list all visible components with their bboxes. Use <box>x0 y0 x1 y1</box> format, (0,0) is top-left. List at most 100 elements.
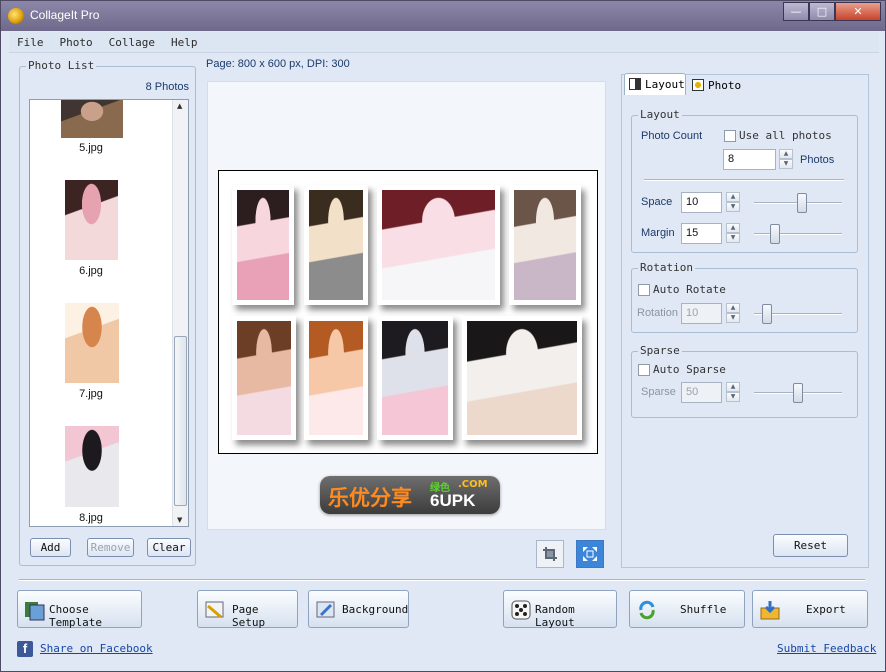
space-spinner[interactable]: ▲ ▼ <box>726 192 740 213</box>
photo-icon <box>692 79 704 91</box>
close-button[interactable]: ✕ <box>835 2 881 21</box>
photo-count-label: Photo Count <box>641 130 703 142</box>
photo-list[interactable]: 5.jpg 6.jpg 7.jpg 8.jpg ▲ ▼ <box>29 99 189 527</box>
collage-photo[interactable] <box>509 185 581 305</box>
tab-photo[interactable]: Photo <box>688 75 748 95</box>
collage-photo[interactable] <box>377 316 453 440</box>
space-label: Space <box>641 196 673 208</box>
app-icon <box>8 8 24 24</box>
rotation-group: Rotation Auto Rotate Rotation 10 ▲ ▼ <box>631 261 858 333</box>
photo-thumbnail <box>65 303 119 383</box>
photo-count-input[interactable]: 8 <box>723 149 776 170</box>
add-button[interactable]: Add <box>30 538 71 557</box>
sparse-slider-thumb[interactable] <box>793 383 803 403</box>
rotation-input[interactable]: 10 <box>681 303 722 324</box>
scroll-up-icon[interactable]: ▲ <box>177 102 182 110</box>
app-window: CollageIt Pro — □ ✕ File Photo Collage H… <box>0 0 886 672</box>
photo-filename: 8.jpg <box>79 512 103 524</box>
auto-rotate-label: Auto Rotate <box>653 283 726 296</box>
photo-list-scrollbar[interactable]: ▲ ▼ <box>172 100 188 526</box>
margin-spinner[interactable]: ▲ ▼ <box>726 223 740 244</box>
watermark-logo: 乐优分享 绿色 .COM 6UPK <box>320 476 500 514</box>
window-title: CollageIt Pro <box>30 8 100 22</box>
collage-photo[interactable] <box>304 185 368 305</box>
collage-photo[interactable] <box>232 316 296 440</box>
use-all-photos-label: Use all photos <box>739 129 832 142</box>
margin-slider-track[interactable] <box>754 233 842 235</box>
collage-photo[interactable] <box>304 316 368 440</box>
reset-button[interactable]: Reset <box>773 534 848 557</box>
collage-page[interactable] <box>218 170 598 454</box>
random-layout-button[interactable]: Random Layout <box>503 590 617 629</box>
photo-filename: 6.jpg <box>79 265 103 277</box>
export-icon <box>760 601 780 620</box>
rotation-label: Rotation <box>637 307 678 319</box>
clear-button[interactable]: Clear <box>147 538 191 557</box>
photo-thumbnail <box>65 426 119 507</box>
title-bar[interactable]: CollageIt Pro — □ ✕ <box>1 1 885 31</box>
page-setup-button[interactable]: Page Setup <box>197 590 298 629</box>
fit-screen-button[interactable] <box>576 540 604 568</box>
submit-feedback-link[interactable]: Submit Feedback <box>777 642 876 655</box>
expand-icon <box>583 547 597 561</box>
menu-file[interactable]: File <box>9 36 52 49</box>
sparse-label: Sparse <box>641 386 676 398</box>
remove-button[interactable]: Remove <box>87 538 134 557</box>
background-button[interactable]: Background <box>308 590 409 628</box>
share-facebook-link[interactable]: Share on Facebook <box>40 642 153 655</box>
shuffle-button[interactable]: Shuffle <box>629 590 745 628</box>
menu-photo[interactable]: Photo <box>52 36 101 49</box>
space-input[interactable]: 10 <box>681 192 722 213</box>
page-info: Page: 800 x 600 px, DPI: 300 <box>206 58 350 70</box>
maximize-button[interactable]: □ <box>809 2 835 21</box>
photos-unit-label: Photos <box>800 154 835 166</box>
divider <box>644 179 844 181</box>
rotation-spinner[interactable]: ▲ ▼ <box>726 303 740 324</box>
photo-list-group: Photo List 8 Photos 5.jpg 6.jpg 7.jpg 8.… <box>19 59 196 566</box>
photo-count-spinner[interactable]: ▲ ▼ <box>779 149 793 170</box>
menu-collage[interactable]: Collage <box>101 36 163 49</box>
margin-slider-thumb[interactable] <box>769 224 780 244</box>
rotation-slider-thumb[interactable] <box>761 304 772 324</box>
photo-thumbnail <box>65 180 118 260</box>
dice-icon <box>511 600 531 620</box>
page-setup-icon <box>205 601 224 619</box>
photo-count-text: 8 Photos <box>145 81 189 93</box>
layout-group: Layout Photo Count Use all photos 8 ▲ ▼ P… <box>631 108 858 253</box>
bottom-divider <box>19 579 865 581</box>
settings-panel: Layout Photo Layout Photo Count Use all … <box>621 73 869 568</box>
collage-photo[interactable] <box>462 316 582 440</box>
sparse-spinner[interactable]: ▲ ▼ <box>726 382 740 403</box>
collage-photo[interactable] <box>232 185 294 305</box>
background-icon <box>316 601 335 618</box>
scrollbar-thumb[interactable] <box>174 336 187 506</box>
facebook-icon[interactable]: f <box>17 641 33 657</box>
tab-layout[interactable]: Layout <box>624 73 686 95</box>
crop-icon <box>543 547 557 561</box>
menu-help[interactable]: Help <box>163 36 206 49</box>
space-slider-thumb[interactable] <box>796 193 807 213</box>
auto-rotate-checkbox[interactable] <box>638 284 650 296</box>
auto-sparse-checkbox[interactable] <box>638 364 650 376</box>
export-button[interactable]: Export <box>752 590 868 628</box>
sparse-input[interactable]: 50 <box>681 382 722 403</box>
use-all-photos-checkbox[interactable] <box>724 130 736 142</box>
margin-input[interactable]: 15 <box>681 223 722 244</box>
minimize-button[interactable]: — <box>783 2 809 21</box>
list-item[interactable]: 6.jpg <box>30 180 173 280</box>
scroll-down-icon[interactable]: ▼ <box>177 516 182 524</box>
crop-button[interactable] <box>536 540 564 568</box>
photo-filename: 7.jpg <box>79 388 103 400</box>
layout-icon <box>629 78 641 90</box>
list-item[interactable]: 5.jpg <box>30 100 173 158</box>
auto-sparse-label: Auto Sparse <box>653 363 726 376</box>
shuffle-icon <box>639 600 655 620</box>
photo-filename: 5.jpg <box>79 142 103 154</box>
collage-photo[interactable] <box>377 185 500 305</box>
photo-thumbnail <box>61 100 123 138</box>
choose-template-button[interactable]: Choose Template <box>17 590 142 629</box>
margin-label: Margin <box>641 227 675 239</box>
client-area: Photo List 8 Photos 5.jpg 6.jpg 7.jpg 8.… <box>9 54 879 665</box>
list-item[interactable]: 8.jpg <box>30 426 173 526</box>
list-item[interactable]: 7.jpg <box>30 303 173 403</box>
